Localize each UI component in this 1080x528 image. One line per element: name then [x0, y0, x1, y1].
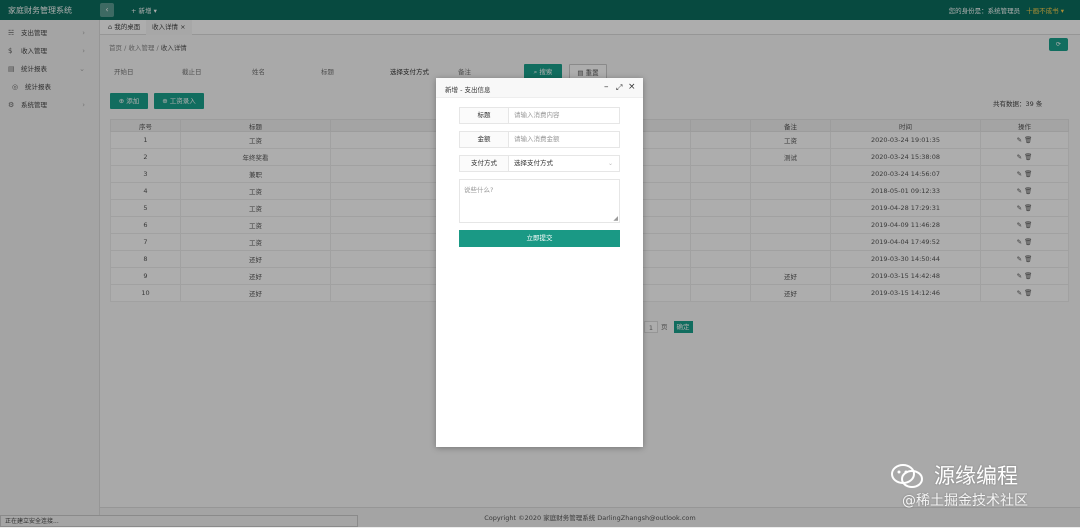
resize-handle-icon[interactable]: ◢: [613, 215, 618, 222]
dialog-title: 新增 - 支出信息: [445, 86, 491, 94]
watermark-main-text: 源缘编程: [934, 464, 1018, 488]
amount-field-row: 金额 请输入消费金额: [459, 131, 620, 148]
title-field-input[interactable]: 请输入消费内容: [514, 108, 560, 123]
title-field-row: 标题 请输入消费内容: [459, 107, 620, 124]
amount-field-input[interactable]: 请输入消费金额: [514, 132, 560, 147]
payment-field-label: 支付方式: [460, 156, 509, 171]
close-icon[interactable]: ×: [628, 82, 636, 93]
payment-field-row: 支付方式 选择支付方式 ⌄: [459, 155, 620, 172]
note-placeholder: 说些什么?: [464, 186, 494, 194]
watermark-sub-text: @稀土掘金技术社区: [902, 493, 1028, 509]
amount-field-label: 金额: [460, 132, 509, 147]
minimize-icon[interactable]: –: [604, 82, 609, 93]
watermark: 源缘编程 @稀土掘金技术社区: [890, 460, 1075, 520]
dialog-title-bar[interactable]: 新增 - 支出信息 – ⤢ ×: [436, 78, 643, 98]
add-expense-dialog: 新增 - 支出信息 – ⤢ × 标题 请输入消费内容 金额 请输入消费金额 支付…: [436, 78, 643, 447]
note-textarea[interactable]: 说些什么? ◢: [459, 179, 620, 223]
chevron-down-icon: ⌄: [607, 160, 613, 167]
title-field-label: 标题: [460, 108, 509, 123]
maximize-icon[interactable]: ⤢: [616, 82, 622, 93]
submit-button[interactable]: 立即提交: [459, 230, 620, 247]
wechat-icon: [891, 464, 923, 488]
payment-method-select[interactable]: 选择支付方式: [514, 156, 553, 171]
